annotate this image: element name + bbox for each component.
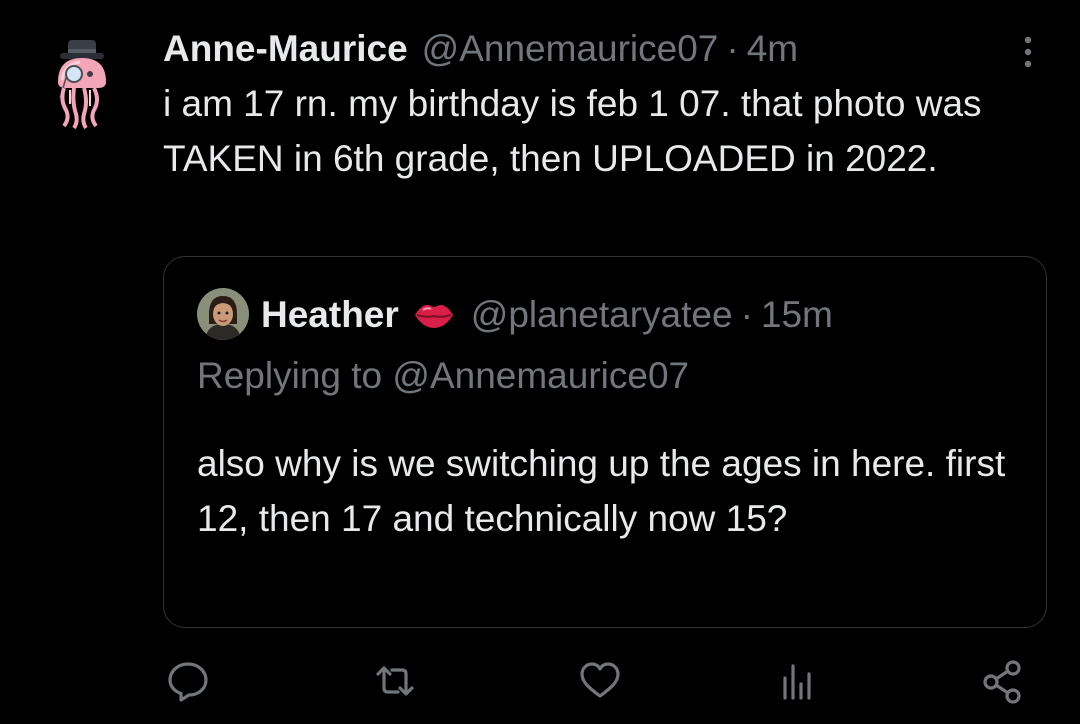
separator-dot: ·	[740, 294, 753, 335]
reply-bubble-icon	[168, 662, 208, 702]
quoted-author-avatar[interactable]	[197, 288, 249, 340]
author-avatar[interactable]	[46, 34, 118, 130]
author-name[interactable]: Anne-Maurice	[163, 28, 408, 70]
retweet-button[interactable]	[372, 658, 418, 704]
quoted-author-name[interactable]: Heather	[261, 294, 399, 336]
quoted-tweet[interactable]: Heather @planetaryatee · 15m Replying to…	[163, 256, 1047, 628]
heart-icon	[580, 662, 620, 698]
share-button[interactable]	[979, 658, 1025, 704]
tweet-timestamp[interactable]: 4m	[747, 28, 798, 70]
tweet-actions-bar	[0, 658, 1080, 708]
views-button[interactable]	[773, 658, 819, 704]
reply-button[interactable]	[165, 658, 211, 704]
lips-emoji-icon	[414, 305, 453, 328]
author-handle[interactable]: @Annemaurice07	[422, 28, 719, 70]
tweet-header: Anne-Maurice @Annemaurice07 · 4m	[163, 26, 798, 72]
replying-to-line: Replying to @Annemaurice07	[197, 355, 689, 397]
replying-to-mention[interactable]: @Annemaurice07	[392, 355, 689, 396]
share-icon	[983, 660, 1021, 704]
more-vertical-icon	[1024, 36, 1032, 68]
quoted-tweet-header: Heather @planetaryatee · 15m	[261, 292, 833, 338]
tweet[interactable]: Anne-Maurice @Annemaurice07 · 4m i am 17…	[0, 0, 1080, 724]
quoted-tweet-timestamp[interactable]: 15m	[761, 294, 833, 336]
tweet-text: i am 17 rn. my birthday is feb 1 07. tha…	[163, 83, 982, 179]
more-options-button[interactable]	[1018, 34, 1038, 74]
quoted-tweet-text: also why is we switching up the ages in …	[197, 443, 1006, 539]
retweet-icon	[376, 666, 414, 696]
bitmoji-avatar-icon	[197, 288, 249, 340]
views-bar-chart-icon	[783, 664, 811, 700]
quoted-author-handle[interactable]: @planetaryatee	[471, 294, 733, 336]
jellyfish-avatar-icon	[58, 40, 106, 130]
separator-dot: ·	[726, 28, 739, 69]
like-button[interactable]	[577, 658, 623, 704]
replying-to-label: Replying to	[197, 355, 383, 396]
